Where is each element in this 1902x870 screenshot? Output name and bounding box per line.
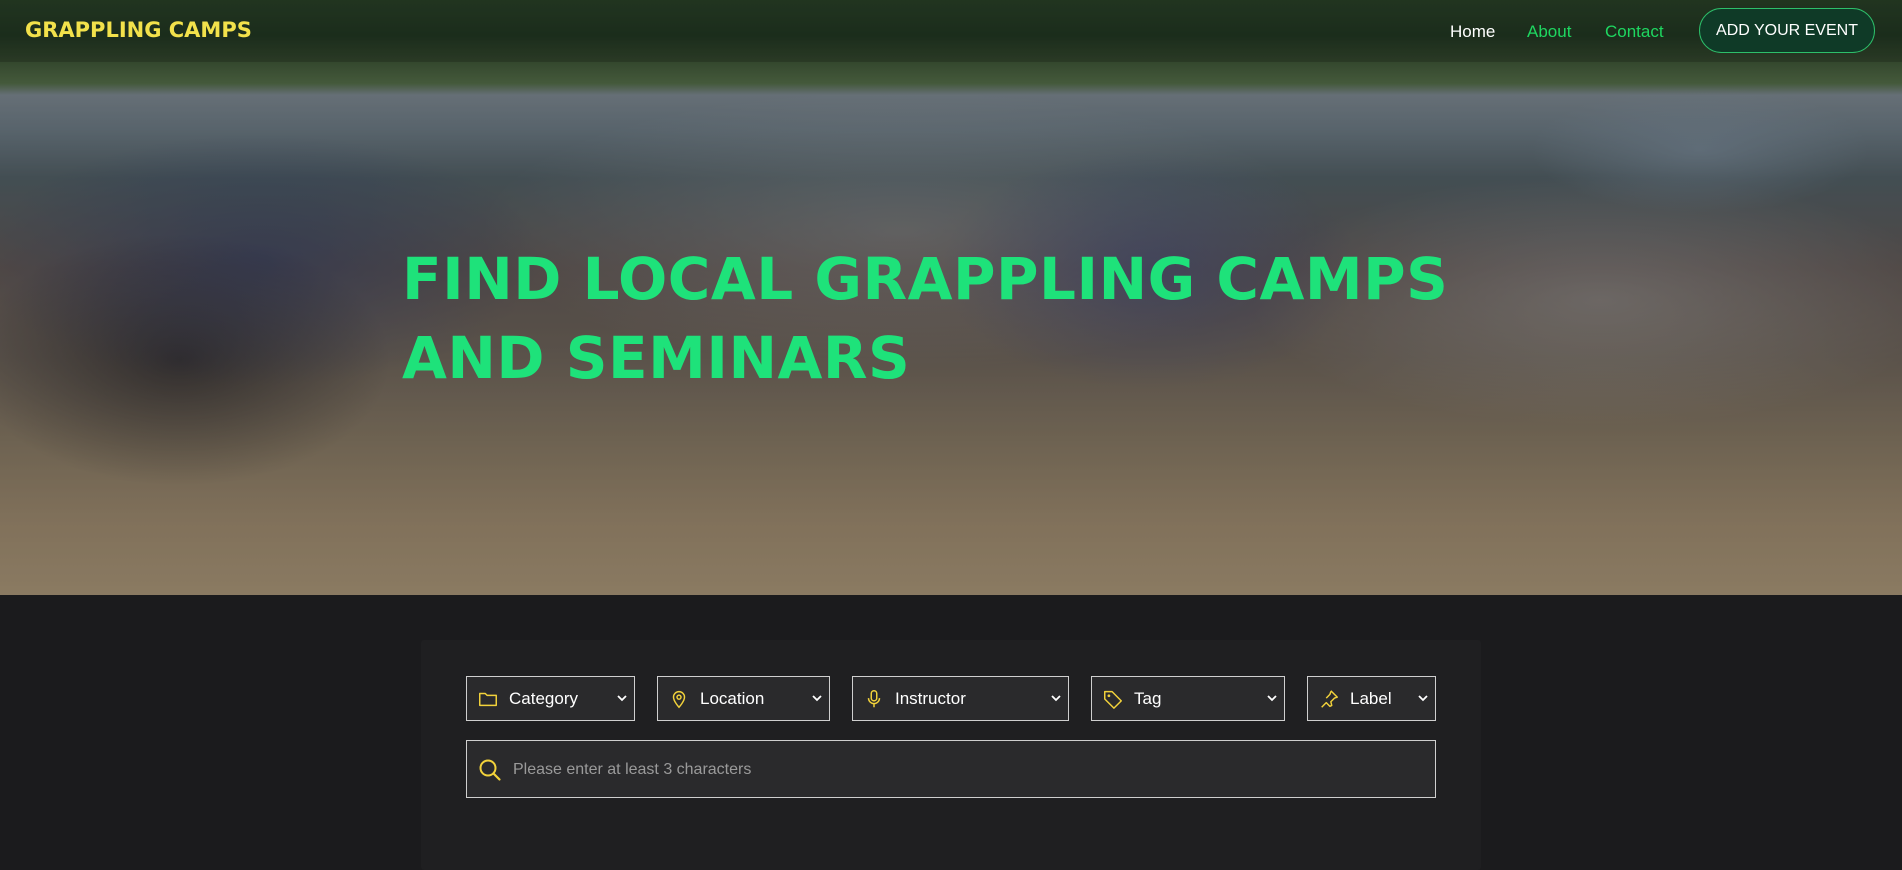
search-icon — [479, 759, 501, 781]
nav-link-home[interactable]: Home — [1450, 22, 1495, 42]
tag-select-label: Tag — [1134, 689, 1162, 708]
location-select[interactable]: Location — [657, 676, 830, 721]
chevron-down-icon — [812, 695, 822, 702]
site-logo[interactable]: GRAPPLING CAMPS — [25, 18, 252, 42]
hero-title-line-2: AND SEMINARS — [402, 324, 911, 392]
nav-link-about[interactable]: About — [1527, 22, 1571, 42]
label-select[interactable]: Label — [1307, 676, 1436, 721]
top-navigation-bar: GRAPPLING CAMPS Home About Contact ADD Y… — [0, 0, 1902, 62]
map-pin-icon — [672, 691, 686, 709]
category-select[interactable]: Category — [466, 676, 635, 721]
nav-link-contact[interactable]: Contact — [1605, 22, 1664, 42]
search-input[interactable] — [511, 755, 1415, 785]
chevron-down-icon — [1051, 695, 1061, 702]
chevron-down-icon — [1418, 695, 1428, 702]
search-box — [466, 740, 1436, 798]
hero-title-line-1: FIND LOCAL GRAPPLING CAMPS — [402, 245, 1449, 313]
folder-icon — [479, 692, 497, 707]
label-select-label: Label — [1350, 689, 1392, 708]
chevron-down-icon — [1267, 695, 1277, 702]
add-your-event-button[interactable]: ADD YOUR EVENT — [1699, 8, 1875, 53]
location-select-label: Location — [700, 689, 765, 708]
microphone-icon — [867, 690, 881, 708]
pin-icon — [1321, 690, 1338, 708]
hero-title: FIND LOCAL GRAPPLING CAMPS AND SEMINARS — [402, 240, 1448, 398]
chevron-down-icon — [617, 695, 627, 702]
instructor-select-label: Instructor — [895, 689, 966, 708]
tag-icon — [1104, 690, 1122, 709]
instructor-select[interactable]: Instructor — [852, 676, 1069, 721]
tag-select[interactable]: Tag — [1091, 676, 1285, 721]
category-select-label: Category — [509, 689, 578, 708]
